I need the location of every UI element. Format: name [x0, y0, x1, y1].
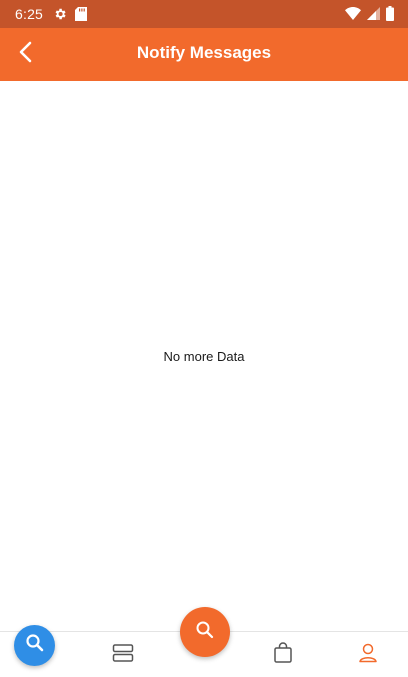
status-right-icons	[345, 6, 394, 24]
shopping-bag-icon	[273, 641, 293, 669]
nav-item-cart[interactable]	[270, 641, 296, 669]
status-left-icons	[53, 7, 87, 24]
wifi-icon	[345, 7, 361, 23]
screen: 6:25 Notify Messages No more Data	[0, 0, 408, 677]
list-icon	[112, 643, 134, 668]
page-title: Notify Messages	[136, 43, 272, 62]
empty-state-message: No more Data	[163, 349, 245, 364]
signal-icon	[367, 7, 380, 23]
gear-icon	[53, 7, 67, 24]
search-icon	[195, 620, 215, 645]
message-list[interactable]: No more Data	[0, 81, 408, 631]
search-icon	[25, 633, 45, 658]
search-fab[interactable]	[180, 607, 230, 657]
status-bar: 6:25	[0, 0, 408, 28]
user-icon	[358, 642, 378, 669]
status-time: 6:25	[15, 6, 44, 22]
floating-search-button[interactable]	[14, 625, 55, 666]
nav-item-profile[interactable]	[355, 642, 381, 668]
nav-item-list[interactable]	[110, 642, 136, 668]
app-bar: Notify Messages	[0, 28, 408, 81]
battery-icon	[386, 6, 394, 24]
sd-card-icon	[75, 7, 87, 24]
